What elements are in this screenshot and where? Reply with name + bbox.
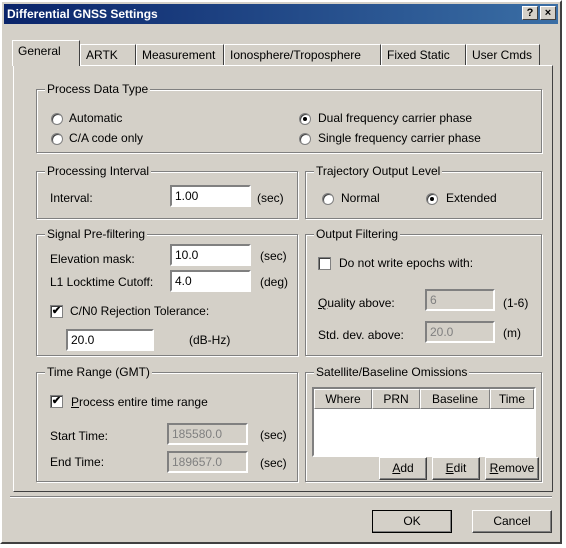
radio-extended[interactable] <box>426 193 438 205</box>
group-label: Trajectory Output Level <box>314 164 443 178</box>
column-header-prn[interactable]: PRN <box>372 389 420 409</box>
end-time-input[interactable]: 189657.0 <box>167 451 248 473</box>
processing-interval-group: Processing Interval Interval: 1.00 (sec) <box>36 164 298 219</box>
radio-single-frequency[interactable] <box>299 133 311 145</box>
tab-measurement[interactable]: Measurement <box>136 44 224 66</box>
group-label: Signal Pre-filtering <box>45 227 148 241</box>
radio-label: Dual frequency carrier phase <box>318 111 473 125</box>
range-label: (1-6) <box>503 296 529 310</box>
radio-dual-frequency[interactable] <box>299 113 311 125</box>
time-range-group: Time Range (GMT) ✔ Process entire time r… <box>36 365 298 482</box>
unit-label: (m) <box>503 326 521 340</box>
end-time-label: End Time: <box>50 455 105 469</box>
tab-artk[interactable]: ARTK <box>80 44 136 66</box>
help-button[interactable]: ? <box>522 6 538 20</box>
locktime-cutoff-label: L1 Locktime Cutoff: <box>50 275 154 289</box>
unit-label: (sec) <box>260 456 287 470</box>
ok-button[interactable]: OK <box>372 510 452 533</box>
radio-label: C/A code only <box>69 131 144 145</box>
remove-button[interactable]: Remove <box>485 457 539 480</box>
quality-label: Quality above: <box>318 296 395 310</box>
tab-ionosphere-troposphere[interactable]: Ionosphere/Troposphere <box>224 44 381 66</box>
group-label: Process Data Type <box>45 82 151 96</box>
radio-label: Normal <box>341 191 380 205</box>
signal-prefiltering-group: Signal Pre-filtering Elevation mask: 10.… <box>36 227 298 356</box>
locktime-cutoff-input[interactable]: 4.0 <box>170 270 251 292</box>
start-time-input[interactable]: 185580.0 <box>167 423 248 445</box>
tab-user-cmds[interactable]: User Cmds <box>466 44 540 66</box>
column-header-time[interactable]: Time <box>490 389 534 409</box>
title-bar[interactable]: Differential GNSS Settings ? × <box>4 4 558 24</box>
edit-button[interactable]: Edit <box>432 457 480 480</box>
tab-general[interactable]: General <box>12 40 80 66</box>
process-entire-time-range-checkbox[interactable]: ✔ <box>50 395 63 408</box>
unit-label: (sec) <box>260 249 287 263</box>
do-not-write-epochs-checkbox[interactable] <box>318 257 331 270</box>
column-header-baseline[interactable]: Baseline <box>420 389 490 409</box>
radio-ca-code-only[interactable] <box>51 133 63 145</box>
radio-normal[interactable] <box>322 193 334 205</box>
radio-label: Extended <box>446 191 497 205</box>
elevation-mask-input[interactable]: 10.0 <box>170 244 251 266</box>
cn0-rejection-checkbox[interactable]: ✔ <box>50 305 63 318</box>
column-header-where[interactable]: Where <box>314 389 372 409</box>
radio-automatic[interactable] <box>51 113 63 125</box>
radio-label: Automatic <box>69 111 123 125</box>
process-data-type-group: Process Data Type Automatic C/A code onl… <box>36 82 542 153</box>
omissions-list[interactable]: Where PRN Baseline Time <box>312 387 536 457</box>
start-time-label: Start Time: <box>50 429 109 443</box>
stddev-input[interactable]: 20.0 <box>425 321 495 343</box>
add-button[interactable]: Add <box>379 457 427 480</box>
tab-fixed-static[interactable]: Fixed Static <box>381 44 466 66</box>
trajectory-output-level-group: Trajectory Output Level Normal Extended <box>305 164 542 219</box>
quality-input[interactable]: 6 <box>425 289 495 311</box>
unit-label: (deg) <box>260 275 289 289</box>
checkbox-label: C/N0 Rejection Tolerance: <box>70 304 210 318</box>
elevation-mask-label: Elevation mask: <box>50 252 135 266</box>
cn0-tolerance-input[interactable]: 20.0 <box>66 329 154 351</box>
close-button[interactable]: × <box>540 6 556 20</box>
group-label: Processing Interval <box>45 164 152 178</box>
window-title: Differential GNSS Settings <box>7 7 158 21</box>
footer-divider <box>10 496 552 498</box>
stddev-label: Std. dev. above: <box>318 328 404 342</box>
satellite-baseline-omissions-group: Satellite/Baseline Omissions Where PRN B… <box>305 365 542 482</box>
interval-input[interactable]: 1.00 <box>170 185 251 207</box>
checkbox-label: Process entire time range <box>71 395 208 409</box>
unit-label: (dB-Hz) <box>189 333 231 347</box>
output-filtering-group: Output Filtering Do not write epochs wit… <box>305 227 542 356</box>
unit-label: (sec) <box>260 428 287 442</box>
dialog-window: Differential GNSS Settings ? × General A… <box>0 0 562 544</box>
radio-label: Single frequency carrier phase <box>318 131 481 145</box>
group-label: Output Filtering <box>314 227 401 241</box>
unit-label: (sec) <box>257 191 284 205</box>
group-label: Time Range (GMT) <box>45 365 152 379</box>
checkbox-label: Do not write epochs with: <box>339 256 474 270</box>
interval-label: Interval: <box>50 191 93 205</box>
cancel-button[interactable]: Cancel <box>472 510 552 533</box>
group-label: Satellite/Baseline Omissions <box>314 365 470 379</box>
